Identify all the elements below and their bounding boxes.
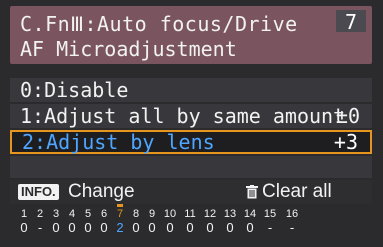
function-setting-value: 0 [206,220,214,235]
change-label[interactable]: Change [68,180,135,204]
function-cell: 12 0 [200,208,220,235]
menu-header: C.FnⅢ:Auto focus/Drive 7 AF Microadjustm… [10,6,372,64]
option-disable[interactable]: 0:Disable [10,78,372,102]
function-setting-value: 0 [148,220,156,235]
option-value: +3 [333,130,358,154]
function-setting-value: - [267,220,273,235]
function-cell: 15- [260,208,280,235]
empty-row [10,156,372,178]
function-cell: 13 0 [220,208,240,235]
function-setting-value: 0 [226,220,234,235]
trash-icon [246,185,258,199]
option-adjust-by-lens-selected[interactable]: 2:Adjust by lens +3 [10,130,372,154]
function-cell: 16- [282,208,302,235]
function-setting-value: 0 [166,220,174,235]
menu-footer: INFO. Change Clear all [10,180,372,204]
function-cell: 14 0 [240,208,260,235]
function-cell: 11 0 [180,208,200,235]
info-button-icon: INFO. [18,184,59,200]
camera-menu-screen: C.FnⅢ:Auto focus/Drive 7 AF Microadjustm… [0,0,383,247]
option-label: 1:Adjust all by same amount [20,104,346,128]
function-name: AF Microadjustment [20,37,237,61]
option-label: 0:Disable [20,78,129,102]
clear-all-label[interactable]: Clear all [262,180,332,204]
function-setting-value: - [289,220,295,235]
function-setting-value: 0 [246,220,254,235]
option-adjust-all[interactable]: 1:Adjust all by same amount ±0 [10,104,372,128]
option-value: ±0 [335,104,360,128]
option-label: 2:Adjust by lens [22,130,215,154]
active-function-marker [117,204,123,207]
function-cell: 10 0 [160,208,180,235]
function-number-badge: 7 [336,10,366,34]
custom-function-group-title: C.FnⅢ:Auto focus/Drive [20,12,298,36]
function-cell: 90 [142,208,162,235]
function-setting-value: 0 [186,220,194,235]
